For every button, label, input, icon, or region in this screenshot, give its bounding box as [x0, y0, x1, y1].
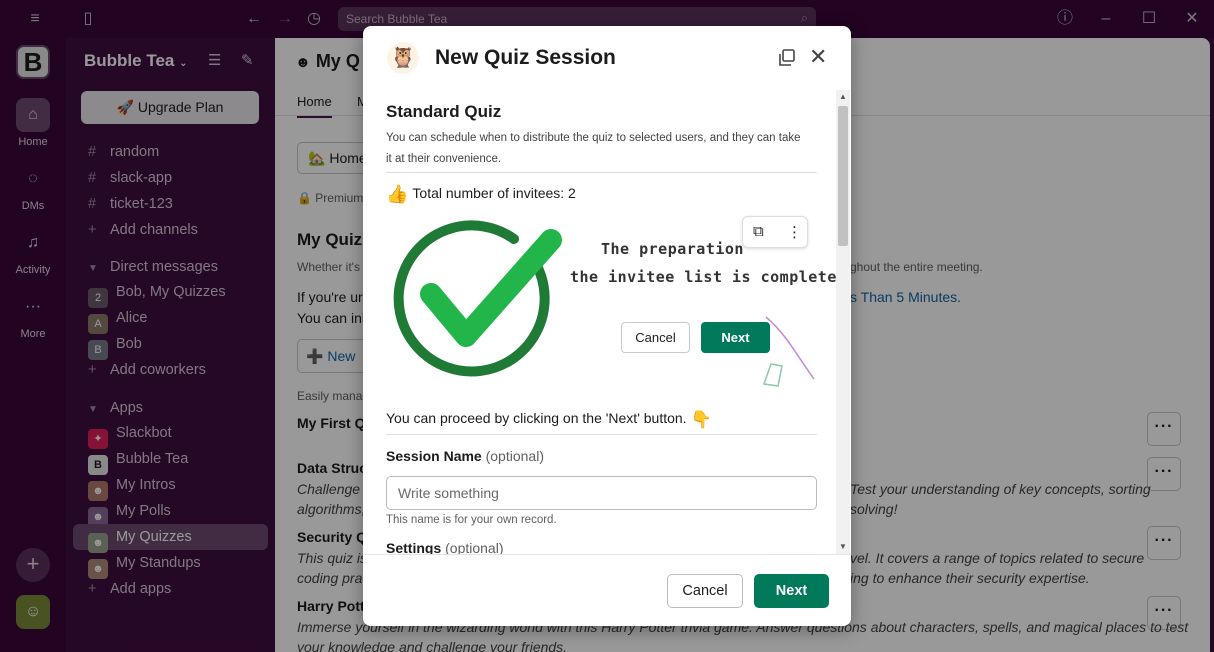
- illustration-line-1: The preparation: [601, 240, 744, 258]
- illustration-cancel: Cancel: [621, 322, 690, 353]
- scrollbar-thumb[interactable]: [838, 106, 848, 246]
- modal-scrollbar[interactable]: ▲ ▼: [836, 90, 850, 554]
- invitees-label: Total number of invitees: 2: [412, 185, 576, 201]
- image-toolbar: ⧉ ⋮: [742, 216, 808, 248]
- pointing-down-icon: 👇: [690, 410, 712, 429]
- modal-body: Standard Quiz You can schedule when to d…: [363, 90, 851, 554]
- settings-label-text: Settings: [386, 540, 442, 554]
- session-name-label: Session Name (optional): [386, 448, 544, 464]
- invitees-count: 👍 Total number of invitees: 2: [386, 184, 576, 205]
- illustration-next: Next: [701, 322, 770, 353]
- next-button[interactable]: Next: [754, 574, 829, 608]
- thumbs-up-icon: 👍: [386, 184, 409, 204]
- divider: [386, 434, 817, 435]
- optional-tag: (optional): [485, 448, 544, 464]
- scroll-down-icon[interactable]: ▼: [836, 542, 850, 551]
- expand-icon[interactable]: [777, 48, 797, 68]
- close-icon[interactable]: ✕: [809, 46, 827, 68]
- proceed-text: You can proceed by clicking on the 'Next…: [386, 410, 712, 430]
- section-title: Standard Quiz: [386, 102, 502, 121]
- illustration-line-2: the invitee list is complete.: [570, 268, 847, 286]
- optional-tag: (optional): [445, 540, 504, 554]
- more-vertical-icon[interactable]: ⋮: [787, 223, 802, 241]
- session-name-input[interactable]: [386, 476, 817, 510]
- section-description: You can schedule when to distribute the …: [386, 132, 801, 165]
- new-quiz-session-modal: 🦉 New Quiz Session ✕ Standard Quiz You c…: [363, 26, 851, 626]
- copy-image-icon[interactable]: ⧉: [753, 223, 764, 240]
- session-name-hint: This name is for your own record.: [386, 514, 557, 526]
- settings-label: Settings (optional): [386, 540, 504, 554]
- session-name-label-text: Session Name: [386, 448, 482, 464]
- divider: [386, 172, 817, 173]
- quiz-app-logo-icon: 🦉: [387, 42, 419, 74]
- cancel-button[interactable]: Cancel: [667, 574, 743, 608]
- modal-title: New Quiz Session: [435, 46, 616, 69]
- proceed-label: You can proceed by clicking on the 'Next…: [386, 410, 687, 426]
- scroll-up-icon[interactable]: ▲: [836, 92, 850, 101]
- illustration-image: The preparation the invitee list is comp…: [386, 214, 846, 394]
- modal-footer: Cancel Next: [363, 554, 851, 626]
